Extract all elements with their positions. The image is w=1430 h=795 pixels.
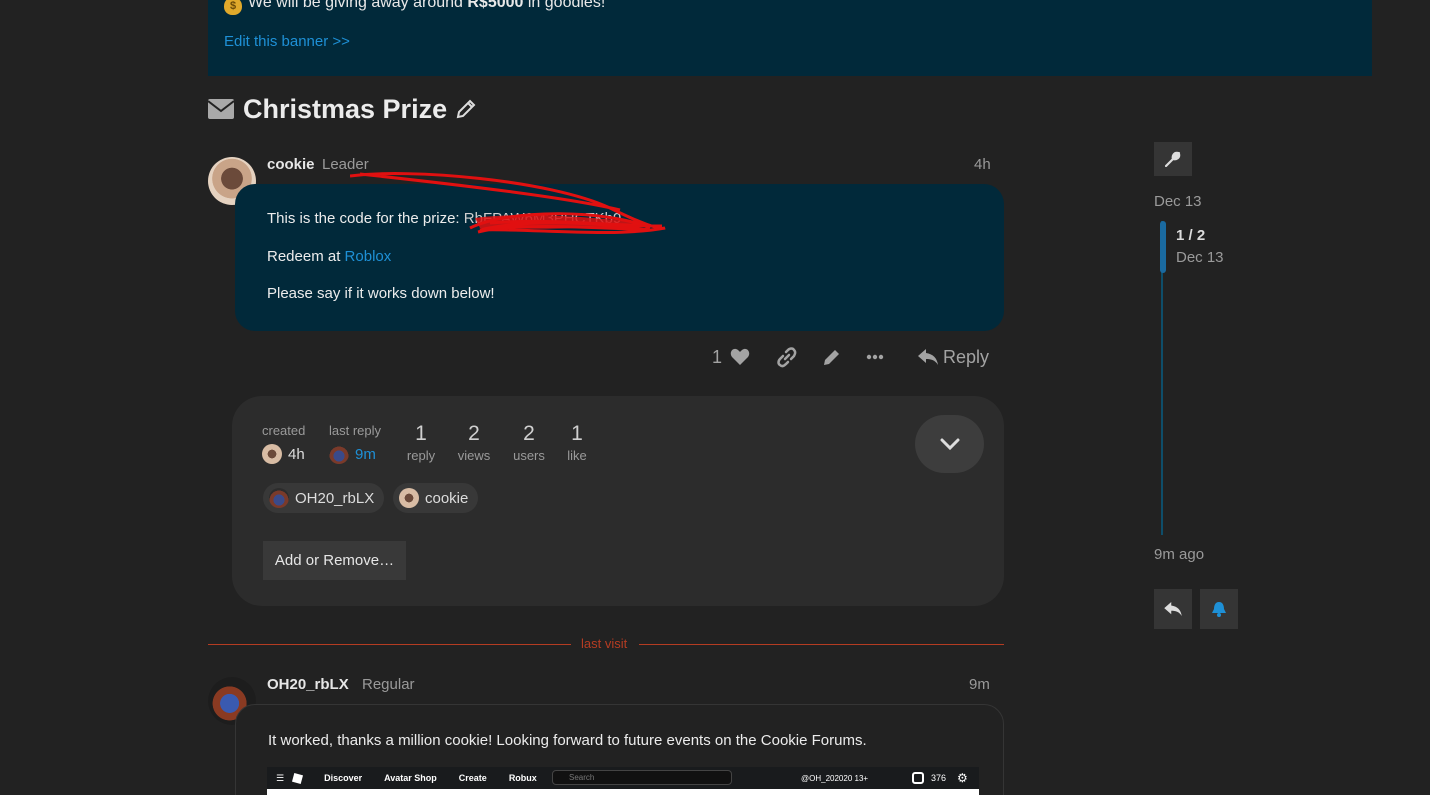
post-date[interactable]: 9m xyxy=(969,676,990,693)
banner-message: $ We will be giving away around R$5000 in… xyxy=(224,0,605,15)
screenshot-nav-item: Create xyxy=(458,773,487,783)
post-username[interactable]: OH20_rbLX xyxy=(267,676,349,693)
banner: $ We will be giving away around R$5000 in… xyxy=(208,0,1372,76)
timeline-reply-button[interactable] xyxy=(1154,589,1192,629)
post-username[interactable]: cookie xyxy=(267,156,315,173)
heart-icon xyxy=(730,348,750,365)
envelope-icon xyxy=(208,99,234,119)
avatar-cookie-small xyxy=(399,488,419,508)
post-date[interactable]: 4h xyxy=(974,156,991,173)
pencil-icon xyxy=(824,350,840,365)
likes-count: 1 xyxy=(571,422,583,445)
replies-count: 1 xyxy=(415,422,427,445)
last-visit-divider xyxy=(639,644,1004,645)
avatar-oh20-small xyxy=(269,488,289,508)
settings-gear-icon: ⚙ xyxy=(957,771,968,785)
reply-button[interactable]: Reply xyxy=(918,347,989,368)
post-body: It worked, thanks a million cookie! Look… xyxy=(235,704,1004,795)
topic-title-row: Christmas Prize xyxy=(208,92,477,126)
last-visit-label: last visit xyxy=(581,636,628,651)
link-icon xyxy=(777,347,797,368)
bell-icon xyxy=(1212,602,1226,617)
timeline-handle[interactable] xyxy=(1160,221,1166,273)
screenshot-nav-item: Discover xyxy=(324,773,363,783)
edit-title-pencil-icon[interactable] xyxy=(455,98,477,120)
created-value: 4h xyxy=(262,444,305,464)
like-button[interactable]: 1 xyxy=(712,347,750,368)
avatar-oh20-small xyxy=(329,444,349,464)
topic-map: created 4h last reply 9m 1 reply 2 views… xyxy=(232,396,1004,606)
participant-chip[interactable]: OH20_rbLX xyxy=(263,483,385,513)
reply-icon xyxy=(918,349,939,365)
participant-chip[interactable]: cookie xyxy=(393,483,479,513)
timeline-start-date[interactable]: Dec 13 xyxy=(1154,193,1202,210)
add-remove-participants-button[interactable]: Add or Remove… xyxy=(263,541,406,580)
page-title: Christmas Prize xyxy=(243,93,448,124)
red-redaction-scribble xyxy=(350,172,666,235)
more-actions-button[interactable] xyxy=(866,354,884,360)
notification-level-button[interactable] xyxy=(1200,589,1238,629)
expand-topic-map-button[interactable] xyxy=(915,415,984,473)
avatar-cookie-small xyxy=(262,444,282,464)
screenshot-content xyxy=(267,789,979,795)
wrench-icon xyxy=(1165,151,1181,167)
created-label: created xyxy=(262,423,306,438)
menu-icon: ☰ xyxy=(276,772,285,783)
post-actions: 1 Reply xyxy=(712,342,989,372)
money-bag-icon: $ xyxy=(224,0,242,15)
screenshot-user: @OH_202020 13+ xyxy=(801,773,869,783)
replies-label: reply xyxy=(406,448,436,463)
post-text: It worked, thanks a million cookie! Look… xyxy=(268,732,867,749)
last-reply-value[interactable]: 9m xyxy=(329,444,376,464)
timeline-end-label[interactable]: 9m ago xyxy=(1154,546,1204,563)
post-text-line: Redeem at Roblox xyxy=(267,248,392,265)
embedded-screenshot[interactable]: ☰ Discover Avatar Shop Create Robux Sear… xyxy=(267,767,979,795)
screenshot-navbar: ☰ Discover Avatar Shop Create Robux Sear… xyxy=(267,767,979,789)
screenshot-search: Search xyxy=(552,770,732,785)
views-count: 2 xyxy=(468,422,480,445)
screenshot-nav-item: Avatar Shop xyxy=(384,773,437,783)
post-user-title: Regular xyxy=(362,676,415,693)
robux-icon xyxy=(912,772,924,784)
timeline-position: 1 / 2 xyxy=(1176,227,1206,244)
post-text-line: Please say if it works down below! xyxy=(267,285,495,302)
roblox-link[interactable]: Roblox xyxy=(345,248,392,265)
roblox-logo-icon xyxy=(292,772,304,784)
copy-link-button[interactable] xyxy=(776,346,798,368)
like-count: 1 xyxy=(712,346,723,367)
edit-post-button[interactable] xyxy=(822,347,842,367)
last-reply-label: last reply xyxy=(329,423,382,438)
admin-wrench-button[interactable] xyxy=(1154,142,1192,176)
views-label: views xyxy=(457,448,491,463)
screenshot-robux: 376 xyxy=(931,773,947,783)
reply-icon xyxy=(1164,602,1182,616)
likes-label: like xyxy=(567,448,587,463)
ellipsis-icon xyxy=(866,354,884,360)
chevron-down-icon xyxy=(940,438,959,450)
last-visit-divider xyxy=(208,644,571,645)
timeline-position-date: Dec 13 xyxy=(1176,249,1224,266)
screenshot-nav-item: Robux xyxy=(508,773,537,783)
edit-banner-link[interactable]: Edit this banner >> xyxy=(224,33,350,50)
